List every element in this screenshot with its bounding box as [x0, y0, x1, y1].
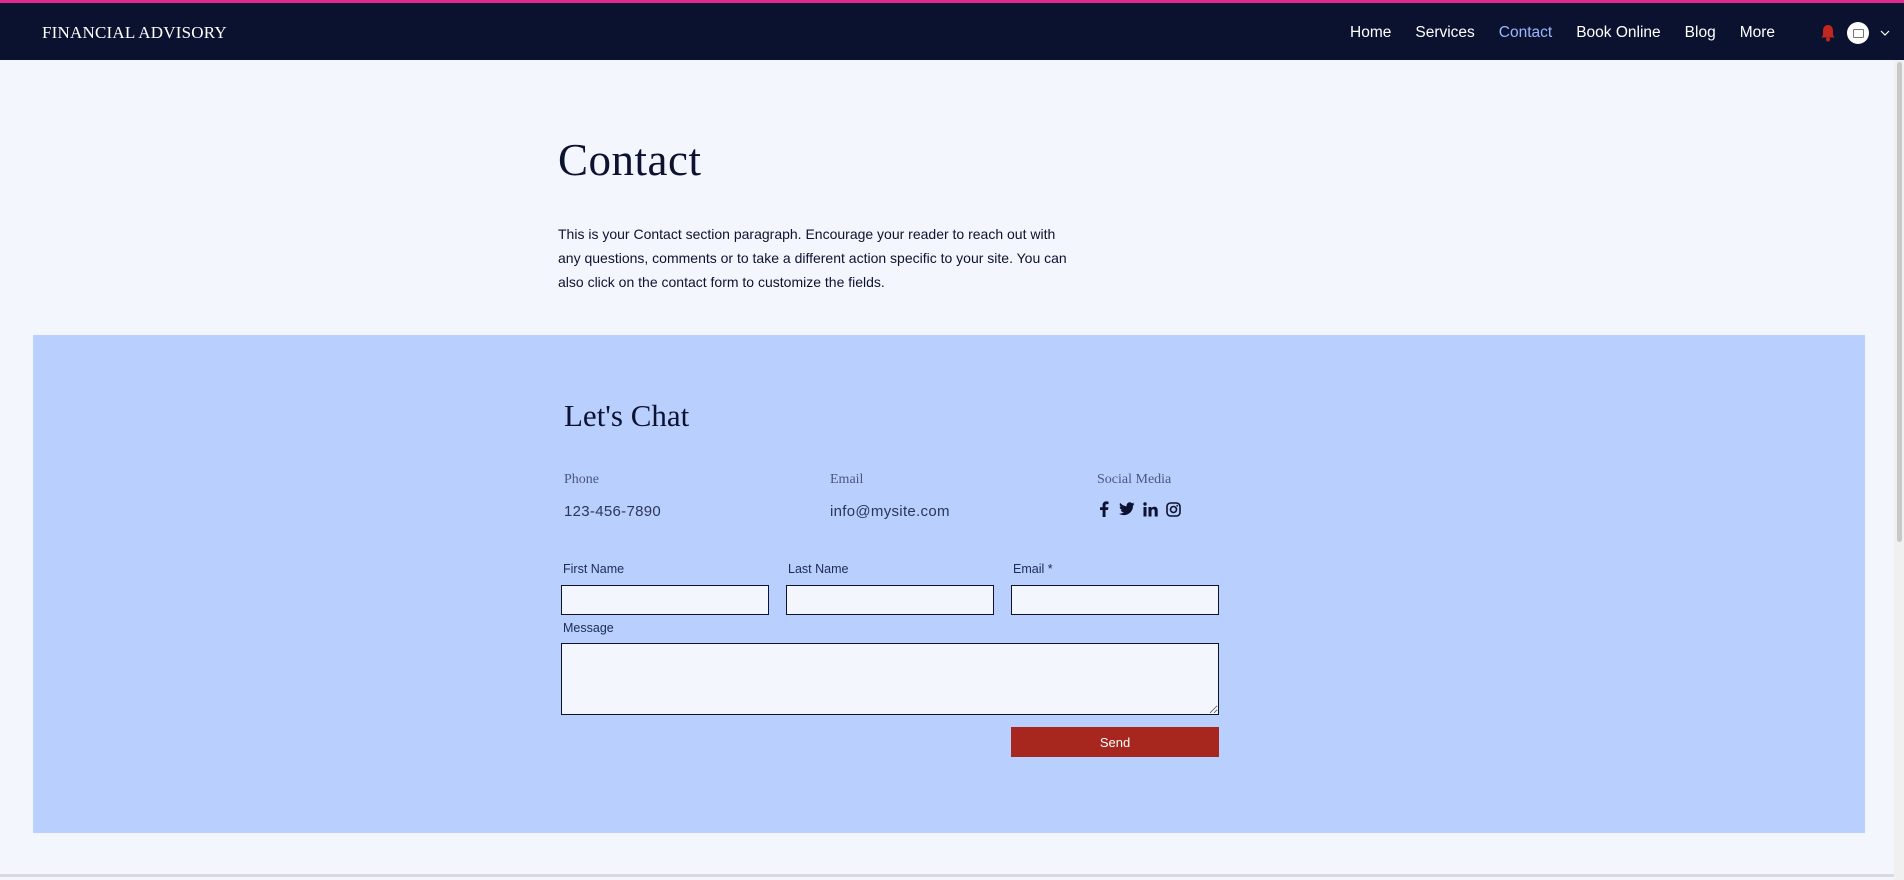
chat-title: Let's Chat — [564, 398, 690, 433]
chevron-down-icon[interactable] — [1879, 27, 1891, 39]
nav-book-online[interactable]: Book Online — [1576, 24, 1660, 42]
first-name-label: First Name — [563, 562, 625, 576]
linkedin-icon[interactable] — [1142, 501, 1158, 517]
page-bottom-divider — [0, 874, 1894, 877]
scrollbar-thumb[interactable] — [1897, 62, 1902, 542]
nav-services[interactable]: Services — [1415, 24, 1474, 42]
send-button[interactable]: Send — [1011, 727, 1219, 757]
site-header: FINANCIAL ADVISORY Home Services Contact… — [0, 3, 1904, 60]
message-label: Message — [563, 621, 614, 635]
email-field[interactable] — [1011, 585, 1219, 615]
social-icons — [1096, 501, 1181, 517]
avatar-image-icon — [1852, 28, 1864, 38]
phone-label: Phone — [564, 472, 599, 487]
avatar[interactable] — [1847, 22, 1869, 44]
phone-value: 123-456-7890 — [564, 503, 662, 520]
nav-more[interactable]: More — [1740, 24, 1775, 42]
first-name-field[interactable] — [561, 585, 769, 615]
message-field[interactable] — [561, 643, 1219, 715]
intro-line: also click on the contact form to custom… — [558, 274, 885, 290]
last-name-field[interactable] — [786, 585, 994, 615]
nav-contact[interactable]: Contact — [1499, 24, 1552, 42]
nav-home[interactable]: Home — [1350, 24, 1391, 42]
email-label: Email — [830, 472, 864, 487]
email-value[interactable]: info@mysite.com — [830, 503, 950, 520]
twitter-icon[interactable] — [1119, 501, 1135, 517]
intro-line: This is your Contact section paragraph. … — [558, 226, 1056, 242]
bell-icon[interactable] — [1820, 24, 1836, 42]
email-field-label: Email * — [1013, 562, 1053, 576]
intro-line: any questions, comments or to take a dif… — [558, 250, 1067, 266]
site-brand[interactable]: FINANCIAL ADVISORY — [42, 23, 227, 43]
facebook-icon[interactable] — [1096, 501, 1112, 517]
intro-paragraph: This is your Contact section paragraph. … — [558, 222, 1118, 294]
main-nav: Home Services Contact Book Online Blog M… — [1350, 24, 1799, 42]
page-title: Contact — [558, 135, 702, 185]
social-media-label: Social Media — [1097, 472, 1172, 487]
instagram-icon[interactable] — [1165, 501, 1181, 517]
last-name-label: Last Name — [788, 562, 849, 576]
nav-blog[interactable]: Blog — [1685, 24, 1716, 42]
lets-chat-section — [33, 335, 1865, 833]
